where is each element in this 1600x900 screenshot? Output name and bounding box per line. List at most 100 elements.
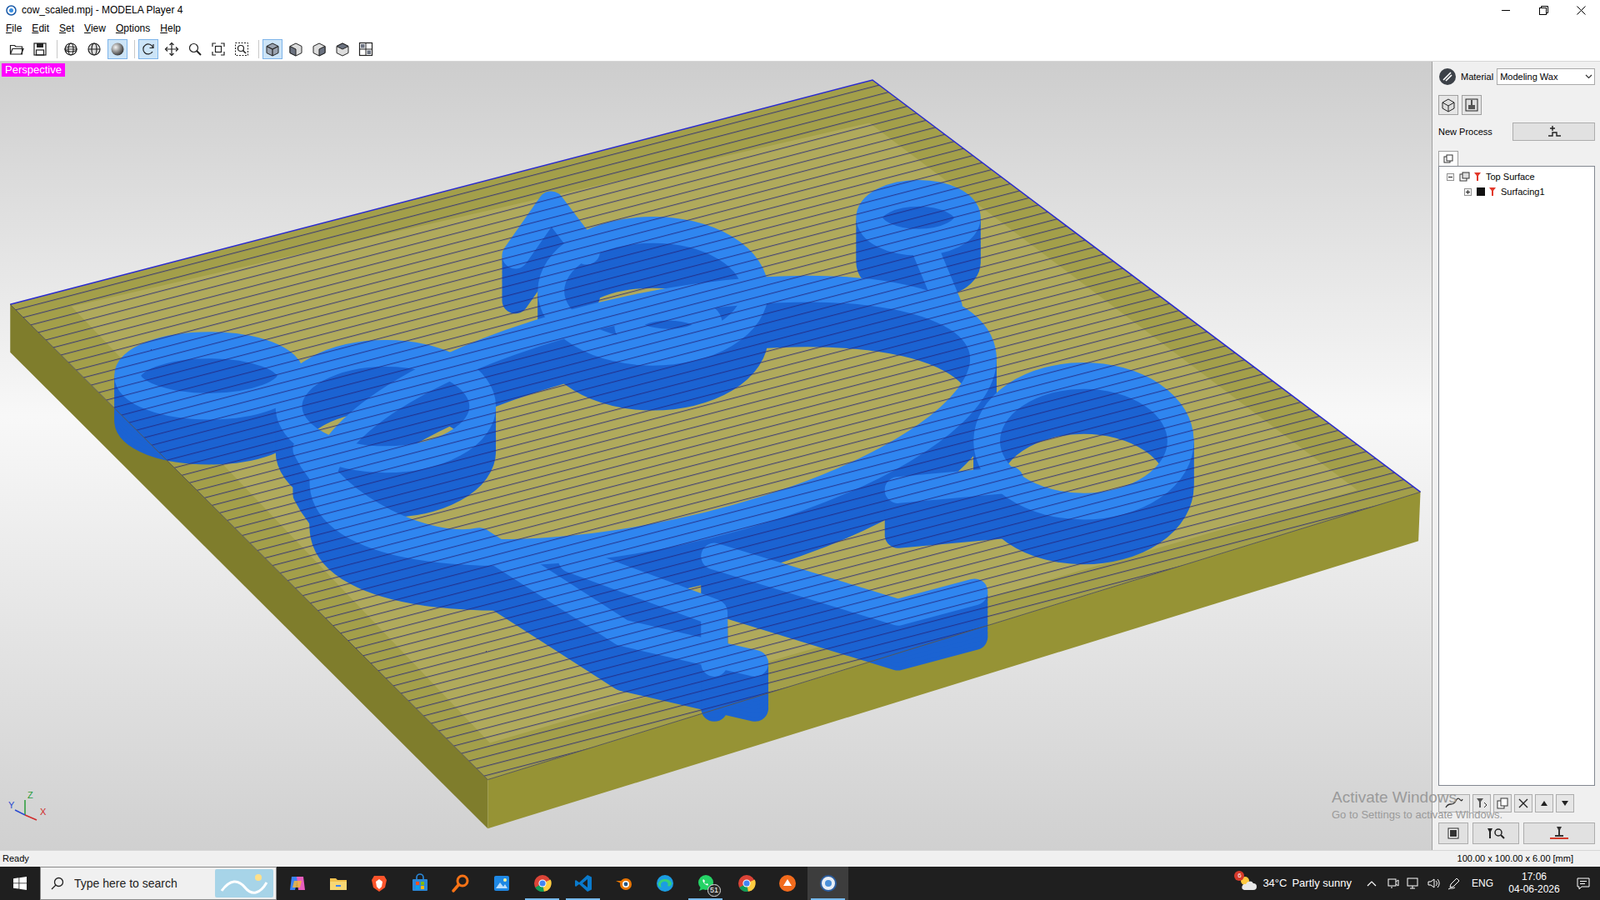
view-mode-label: Perspective [1,63,65,77]
tree-action-button[interactable] [1555,794,1575,813]
wireframe-icon [63,41,79,57]
toolbar-button[interactable] [138,39,159,60]
menu-item[interactable]: View [79,20,111,36]
language-indicator[interactable]: ENG [1471,875,1494,891]
taskbar-app[interactable]: 51 [685,866,726,900]
tray-button[interactable] [1360,866,1384,900]
taskbar-app[interactable] [399,866,440,900]
taskbar-app[interactable] [766,866,808,900]
tray-button[interactable] [1383,866,1404,900]
toolbar-button[interactable] [309,39,330,60]
material-dropdown[interactable]: Modeling Wax [1496,68,1595,85]
preview-list-icon [1442,825,1465,841]
expand-icon[interactable] [1463,187,1472,196]
model-render[interactable] [0,61,1432,850]
toolbar-button[interactable] [208,39,229,60]
panel-tool-button[interactable] [1438,95,1459,115]
output-button[interactable] [1438,822,1469,845]
tray-button[interactable] [1443,866,1465,900]
copy-icon [1493,797,1512,810]
clock[interactable]: 17:0604-06-2026 [1501,866,1567,900]
toolbar-button[interactable] [262,39,283,60]
taskbar-app[interactable] [276,866,318,900]
taskbar-app[interactable] [358,866,400,900]
taskbar-app[interactable] [440,866,481,900]
viewport[interactable]: PerspectiveZYX [0,61,1432,850]
tree-item[interactable]: Surfacing1 [1439,184,1595,200]
running-indicator [565,898,600,900]
explorer-icon [328,873,349,894]
toolbar-separator [56,40,58,59]
status-dimensions: 100.00 x 100.00 x 6.00 [mm] [1457,851,1574,866]
toolbar-button[interactable] [107,39,128,60]
shaded-icon [110,41,125,57]
window-control-button[interactable] [1487,0,1525,20]
toolbar-button[interactable] [30,39,50,60]
clock-time: 17:06 [1521,870,1547,884]
tree-action-button[interactable] [1493,794,1512,813]
new-process-button[interactable] [1512,122,1595,141]
toolbar-button[interactable] [355,39,376,60]
taskbar-app[interactable] [807,866,849,900]
toolbar-button[interactable] [60,39,81,60]
toolbar-button[interactable] [6,39,27,60]
tree-action-button[interactable] [1472,794,1491,813]
output-button[interactable] [1472,822,1520,845]
tray-button[interactable] [1403,866,1424,900]
taskbar-app[interactable] [725,866,767,900]
running-indicator [770,898,805,900]
machine-icon [1464,97,1480,113]
tree-item[interactable]: Top Surface [1439,169,1595,185]
window-control-button[interactable] [1525,0,1563,20]
running-indicator [443,898,478,900]
menu-item[interactable]: Help [155,20,186,36]
material-icon [1438,67,1457,86]
toolbar-button[interactable] [161,39,182,60]
tray-button[interactable] [1423,866,1444,900]
toolbar-button[interactable] [185,39,205,60]
search-box[interactable] [40,866,277,900]
taskbar-app[interactable] [644,866,685,900]
tree-action-button[interactable] [1535,794,1554,813]
tree-action-button[interactable] [1438,794,1470,813]
clock-date: 04-06-2026 [1508,883,1560,896]
new-process-row: New Process [1438,122,1595,141]
tree-tab[interactable] [1438,150,1459,166]
blender-icon [614,873,635,894]
process-color-icon [1476,187,1485,196]
menu-item[interactable]: File [0,20,27,36]
preview-cut-icon [1485,825,1507,841]
notification-button[interactable] [1566,866,1600,900]
start-button[interactable] [0,866,40,900]
weather-widget[interactable]: 634°CPartly sunny [1237,866,1360,900]
menu-item[interactable]: Set [54,20,80,36]
toolbar-button[interactable] [332,39,353,60]
search-input[interactable] [74,875,215,893]
menu-item[interactable]: Edit [26,20,55,36]
toolbar-button[interactable] [231,39,252,60]
toolbar-button[interactable] [285,39,306,60]
notification-icon [1576,876,1590,890]
window-control-button[interactable] [1562,0,1600,20]
move-down-icon [1555,797,1575,810]
tree-action-button[interactable] [1514,794,1533,813]
taskbar-app[interactable] [521,866,563,900]
output-button[interactable] [1523,822,1595,845]
taskbar-app[interactable] [480,866,522,900]
toolbar-button[interactable] [84,39,105,60]
new-process-label: New Process [1438,125,1513,140]
weather-icon-wrap: 6 [1237,873,1258,894]
collapse-icon[interactable] [1445,172,1455,181]
panel-tool-button[interactable] [1461,95,1482,115]
taskbar-app[interactable] [562,866,604,900]
taskbar: 51 634°CPartly sunny ENG 17:0604-06-2026 [0,866,1600,900]
taskbar-app[interactable] [603,866,645,900]
menu-item[interactable]: Options [110,20,155,36]
taskbar-app[interactable] [317,866,359,900]
main-area: PerspectiveZYXMaterialModeling WaxNew Pr… [0,61,1600,850]
minimize-icon [1501,5,1512,15]
chrome-icon [532,873,553,894]
stock-icon [1440,97,1456,113]
search-app-icon [450,873,471,894]
running-indicator [280,898,315,900]
